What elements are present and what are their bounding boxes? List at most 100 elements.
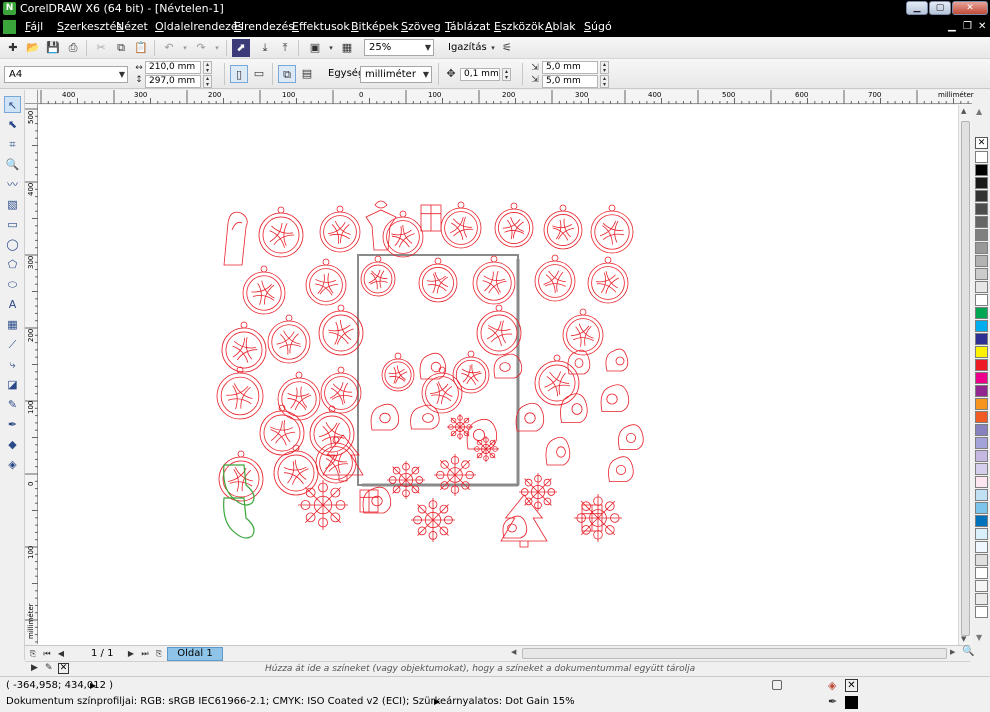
fill-tool-icon[interactable]: ◆ bbox=[4, 436, 21, 453]
no-fill-icon[interactable]: ✕ bbox=[58, 663, 69, 674]
connector-tool-icon[interactable]: ⤷ bbox=[4, 356, 21, 373]
color-swatch[interactable] bbox=[975, 346, 988, 358]
new-document-icon[interactable]: ✚ bbox=[4, 39, 22, 57]
menu-layout[interactable]: Oldalelrendezés bbox=[155, 20, 243, 34]
units-select[interactable]: milliméter ▼ bbox=[360, 66, 432, 83]
polygon-tool-icon[interactable]: ⬠ bbox=[4, 256, 21, 273]
table-tool-icon[interactable]: ▦ bbox=[4, 316, 21, 333]
menu-window[interactable]: Ablak bbox=[545, 20, 576, 34]
prev-page-icon[interactable]: ◀ bbox=[55, 647, 67, 660]
eyedropper-tool-icon[interactable]: ✎ bbox=[4, 396, 21, 413]
selected-shapes[interactable] bbox=[223, 464, 255, 539]
menu-help[interactable]: Súgó bbox=[584, 20, 612, 34]
landscape-icon[interactable]: ▭ bbox=[250, 65, 268, 83]
color-swatch[interactable] bbox=[975, 567, 988, 579]
crop-tool-icon[interactable]: ⌗ bbox=[4, 136, 21, 153]
outline-pen-icon[interactable]: ✒ bbox=[828, 695, 837, 708]
export-icon[interactable]: ⤒ bbox=[276, 39, 294, 57]
color-swatch[interactable] bbox=[975, 437, 988, 449]
doc-close-button[interactable]: ✕ bbox=[978, 21, 986, 33]
color-swatch[interactable] bbox=[975, 398, 988, 410]
next-page-icon[interactable]: ▶ bbox=[125, 647, 137, 660]
maximize-button[interactable]: ▢ bbox=[929, 1, 951, 15]
duplicate-distance-x-field[interactable]: 5,0 mm bbox=[542, 61, 598, 74]
color-swatch[interactable] bbox=[975, 528, 988, 540]
menu-edit[interactable]: Szerkesztés bbox=[57, 20, 122, 34]
zoom-navigator-icon[interactable]: 🔍 bbox=[962, 646, 974, 657]
menu-file[interactable]: Fájl bbox=[25, 20, 43, 34]
cut-icon[interactable]: ✂ bbox=[92, 39, 110, 57]
all-pages-icon[interactable]: ⧉ bbox=[278, 65, 296, 83]
color-swatch[interactable] bbox=[975, 476, 988, 488]
import-icon[interactable]: ⤓ bbox=[256, 39, 274, 57]
interactive-fill-tool-icon[interactable]: ◈ bbox=[4, 456, 21, 473]
ruler-origin[interactable] bbox=[25, 90, 38, 104]
options-icon[interactable]: ⚟ bbox=[498, 39, 516, 57]
profile-expand-icon[interactable]: ▶ bbox=[434, 695, 440, 709]
color-swatch[interactable] bbox=[975, 502, 988, 514]
no-color-swatch-icon[interactable]: ✕ bbox=[975, 137, 988, 149]
redo-dropdown-icon[interactable]: ▾ bbox=[208, 39, 226, 57]
ellipse-tool-icon[interactable]: ◯ bbox=[4, 236, 21, 253]
freehand-tool-icon[interactable]: 〰 bbox=[4, 176, 21, 193]
doc-minimize-button[interactable]: ▁ bbox=[948, 21, 956, 33]
first-page-icon[interactable]: ⏮ bbox=[41, 647, 53, 660]
width-spinner[interactable]: ▴ ▾ bbox=[203, 61, 212, 74]
print-icon[interactable]: ⎙ bbox=[64, 39, 82, 57]
snap-to-button[interactable]: Igazítás bbox=[448, 42, 487, 54]
drawing-canvas[interactable] bbox=[38, 105, 958, 645]
menu-arrange[interactable]: Elrendezés bbox=[234, 20, 294, 34]
color-swatch[interactable] bbox=[975, 203, 988, 215]
color-swatch[interactable] bbox=[975, 385, 988, 397]
zoom-level-select[interactable]: 25% ▼ bbox=[364, 39, 434, 56]
horizontal-scroll-thumb[interactable] bbox=[522, 648, 947, 659]
dimension-tool-icon[interactable]: ⟋ bbox=[4, 336, 21, 353]
color-swatch[interactable] bbox=[975, 229, 988, 241]
color-swatch[interactable] bbox=[975, 372, 988, 384]
color-swatch[interactable] bbox=[975, 359, 988, 371]
menu-text[interactable]: Szöveg bbox=[401, 20, 441, 34]
duplicate-distance-y-field[interactable]: 5,0 mm bbox=[542, 75, 598, 88]
shape-tool-icon[interactable]: ⬉ bbox=[4, 116, 21, 133]
color-swatch[interactable] bbox=[975, 190, 988, 202]
current-page-icon[interactable]: ▤ bbox=[298, 65, 316, 83]
menu-table[interactable]: Táblázat bbox=[445, 20, 490, 34]
coords-expand-icon[interactable]: ▶ bbox=[90, 679, 96, 693]
color-swatch[interactable] bbox=[975, 307, 988, 319]
color-swatch[interactable] bbox=[975, 580, 988, 592]
welcome-screen-icon[interactable]: ▦ bbox=[338, 39, 356, 57]
palette-scroll-up-icon[interactable]: ▲ bbox=[976, 107, 982, 116]
rectangle-tool-icon[interactable]: ▭ bbox=[4, 216, 21, 233]
pick-tool-icon[interactable]: ↖ bbox=[4, 96, 21, 113]
basic-shapes-tool-icon[interactable]: ⬭ bbox=[4, 276, 21, 293]
fill-mode-icon[interactable] bbox=[772, 680, 782, 690]
add-page-after-icon[interactable]: ⎘ bbox=[153, 647, 165, 660]
color-swatch[interactable] bbox=[975, 554, 988, 566]
menu-view[interactable]: Nézet bbox=[116, 20, 148, 34]
color-swatch[interactable] bbox=[975, 450, 988, 462]
play-icon[interactable]: ▶ bbox=[31, 663, 38, 673]
page-height-field[interactable]: 297,0 mm bbox=[145, 75, 201, 88]
scroll-right-icon[interactable]: ▶ bbox=[950, 648, 955, 656]
menu-tools[interactable]: Eszközök bbox=[494, 20, 544, 34]
blend-tool-icon[interactable]: ◪ bbox=[4, 376, 21, 393]
page-size-select[interactable]: A4 ▼ bbox=[4, 66, 128, 83]
menu-effects[interactable]: Effektusok bbox=[292, 20, 350, 34]
last-page-icon[interactable]: ⏭ bbox=[139, 647, 151, 660]
color-swatch[interactable] bbox=[975, 255, 988, 267]
color-swatch[interactable] bbox=[975, 489, 988, 501]
smart-fill-tool-icon[interactable]: ▧ bbox=[4, 196, 21, 213]
horizontal-ruler[interactable]: 400 300 200 100 0 100 200 300 400 500 60… bbox=[38, 90, 974, 104]
color-swatch[interactable] bbox=[975, 463, 988, 475]
palette-scroll-down-icon[interactable]: ▼ bbox=[976, 633, 982, 642]
scroll-left-icon[interactable]: ◀ bbox=[511, 648, 516, 656]
save-icon[interactable]: 💾 bbox=[44, 39, 62, 57]
color-swatch[interactable] bbox=[975, 333, 988, 345]
ornament-artwork[interactable] bbox=[38, 105, 958, 645]
vertical-scrollbar[interactable]: ▲ ▼ bbox=[958, 105, 972, 645]
scroll-down-icon[interactable]: ▼ bbox=[961, 635, 966, 643]
color-swatch[interactable] bbox=[975, 164, 988, 176]
zoom-tool-icon[interactable]: 🔍 bbox=[4, 156, 21, 173]
color-swatch[interactable] bbox=[975, 541, 988, 553]
color-swatch[interactable] bbox=[975, 593, 988, 605]
